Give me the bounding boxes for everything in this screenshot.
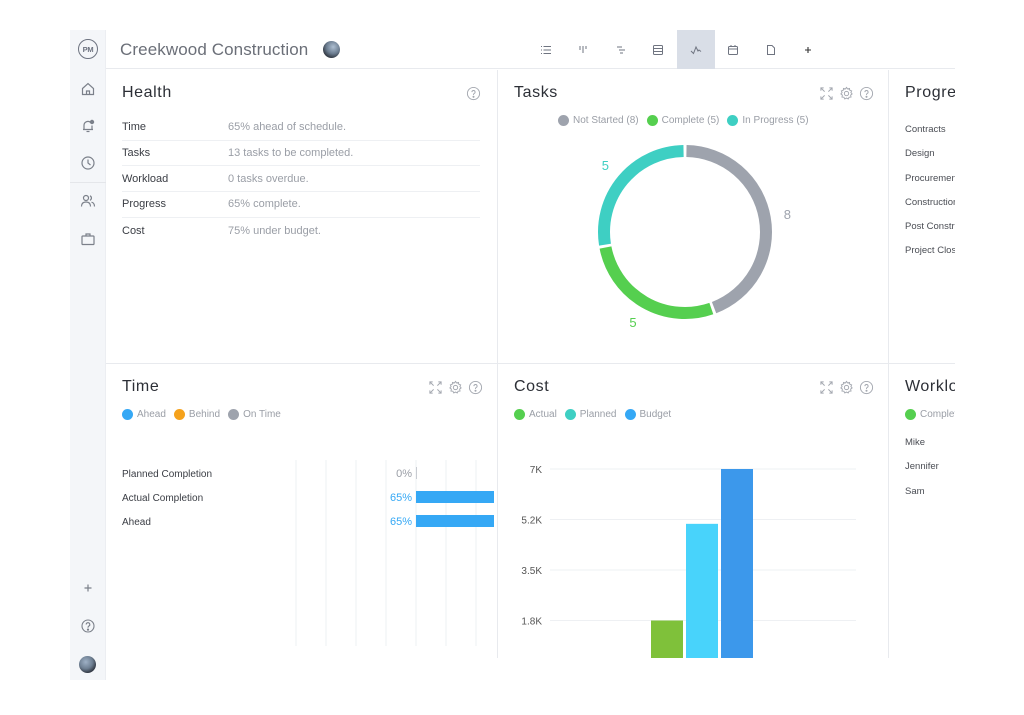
workload-title: Workload xyxy=(905,378,955,395)
gantt-icon xyxy=(616,46,625,53)
legend-dot xyxy=(905,409,916,420)
health-row: Tasks 13 tasks to be completed. xyxy=(122,141,480,167)
file-icon xyxy=(766,44,775,55)
bar-data-label: 0% xyxy=(396,468,412,480)
donut-data-label: 5 xyxy=(602,158,609,173)
list-icon xyxy=(540,45,551,54)
health-value: 13 tasks to be completed. xyxy=(228,147,354,160)
clock-icon[interactable] xyxy=(80,155,96,171)
health-label: Progress xyxy=(122,198,167,211)
team-icon[interactable] xyxy=(80,193,96,209)
workload-people-list: Mike Jennifer Sam xyxy=(905,437,939,510)
progress-panel: Progress Contracts Design Procurement Co… xyxy=(889,70,955,363)
health-row: Cost 75% under budget. xyxy=(122,218,480,244)
donut-data-label: 5 xyxy=(629,315,636,330)
bar-budget[interactable] xyxy=(721,469,753,658)
health-row: Time 65% ahead of schedule. xyxy=(122,115,480,141)
bar-actual[interactable] xyxy=(651,620,683,659)
donut-slice-in-progress[interactable] xyxy=(598,145,684,246)
workload-person: Sam xyxy=(905,485,925,497)
dashboard-pulse-icon xyxy=(690,45,702,54)
donut-slice-not-started[interactable] xyxy=(686,145,772,314)
add-view-tab[interactable] xyxy=(790,30,828,69)
project-title[interactable]: Creekwood Construction xyxy=(120,40,308,60)
progress-phase: Contracts xyxy=(905,124,946,135)
donut-data-label: 8 xyxy=(784,207,791,222)
progress-phase: Post Construction xyxy=(905,221,955,233)
legend-label: Completed xyxy=(920,409,955,420)
sheet-icon xyxy=(653,44,664,55)
tasks-donut-chart: 8 5 5 xyxy=(598,145,791,330)
health-panel: Health Time 65% ahead of schedule. Tasks… xyxy=(106,70,497,363)
y-category-label: Ahead xyxy=(122,517,151,528)
bar-ahead[interactable] xyxy=(416,515,494,527)
health-label: Tasks xyxy=(122,147,151,160)
bar-actual-completion[interactable] xyxy=(416,491,494,503)
time-bar-chart: 1007550250255075100Planned Completion0%A… xyxy=(122,460,494,646)
y-category-label: Planned Completion xyxy=(122,469,212,480)
dashboard-view-tab[interactable] xyxy=(677,30,715,69)
progress-phase-list: Contracts Design Procurement Constructio… xyxy=(905,124,955,270)
y-tick-label: 3.5K xyxy=(521,566,542,577)
health-label: Cost xyxy=(122,224,145,237)
home-icon[interactable] xyxy=(80,81,96,97)
workload-panel: Workload Completed Mike Jennifer Sam xyxy=(889,364,955,658)
bar-planned[interactable] xyxy=(686,523,718,658)
sidebar-divider xyxy=(70,182,106,183)
health-value: 65% ahead of schedule. xyxy=(228,121,347,134)
sheet-view-tab[interactable] xyxy=(640,30,678,69)
time-panel: Time Ahead Behind On Time 10075502502550… xyxy=(106,364,497,658)
list-view-tab[interactable] xyxy=(527,30,565,69)
y-tick-label: 1.8K xyxy=(521,617,542,628)
help-icon[interactable] xyxy=(466,86,481,101)
progress-phase: Construction xyxy=(905,196,955,208)
progress-phase: Procurement xyxy=(905,172,955,184)
plus-icon xyxy=(805,46,812,53)
health-title: Health xyxy=(122,84,172,101)
progress-phase: Project Closeout xyxy=(905,245,955,257)
y-tick-label: 5.2K xyxy=(521,516,542,527)
board-view-tab[interactable] xyxy=(565,30,603,69)
bar-data-label: 65% xyxy=(390,492,412,504)
board-icon xyxy=(579,45,587,53)
donut-slice-complete[interactable] xyxy=(599,246,714,319)
notifications-icon[interactable] xyxy=(80,118,96,134)
workload-legend: Completed xyxy=(905,409,955,420)
portfolio-icon[interactable] xyxy=(80,231,96,247)
health-label: Time xyxy=(122,121,147,134)
health-row: Workload 0 tasks overdue. xyxy=(122,166,480,193)
user-avatar[interactable] xyxy=(79,656,96,673)
cost-panel: Cost Actual Planned Budget $01.8K3.5K5.2… xyxy=(498,364,888,658)
add-icon[interactable] xyxy=(80,580,96,596)
calendar-icon xyxy=(728,44,739,55)
calendar-view-tab[interactable] xyxy=(715,30,753,69)
app-window: PM Creekwood Construction Health Time 65… xyxy=(70,30,955,680)
files-view-tab[interactable] xyxy=(752,30,790,69)
help-icon[interactable] xyxy=(80,618,96,634)
cost-bar-chart: $01.8K3.5K5.2K7K xyxy=(521,465,856,659)
project-owner-avatar[interactable] xyxy=(323,41,340,58)
workload-person: Mike xyxy=(905,437,926,448)
y-tick-label: 7K xyxy=(530,465,543,476)
progress-title: Progress xyxy=(905,84,955,101)
progress-phase: Design xyxy=(905,148,935,160)
health-value: 65% complete. xyxy=(228,198,301,211)
pm-logo[interactable]: PM xyxy=(78,39,98,59)
view-tabs xyxy=(527,30,827,69)
sidebar: PM xyxy=(70,30,106,680)
gantt-view-tab[interactable] xyxy=(602,30,640,69)
health-value: 75% under budget. xyxy=(228,224,321,237)
legend-item[interactable]: Completed xyxy=(905,409,955,420)
health-value: 0 tasks overdue. xyxy=(228,172,309,185)
health-label: Workload xyxy=(122,172,169,185)
top-bar: Creekwood Construction xyxy=(106,30,955,69)
tasks-panel: Tasks Not Started (8) Complete (5) In Pr… xyxy=(498,70,888,363)
bar-data-label: 65% xyxy=(390,516,412,528)
y-category-label: Actual Completion xyxy=(122,493,203,504)
health-row: Progress 65% complete. xyxy=(122,192,480,218)
health-table: Time 65% ahead of schedule. Tasks 13 tas… xyxy=(122,115,480,243)
workload-person: Jennifer xyxy=(905,461,939,473)
